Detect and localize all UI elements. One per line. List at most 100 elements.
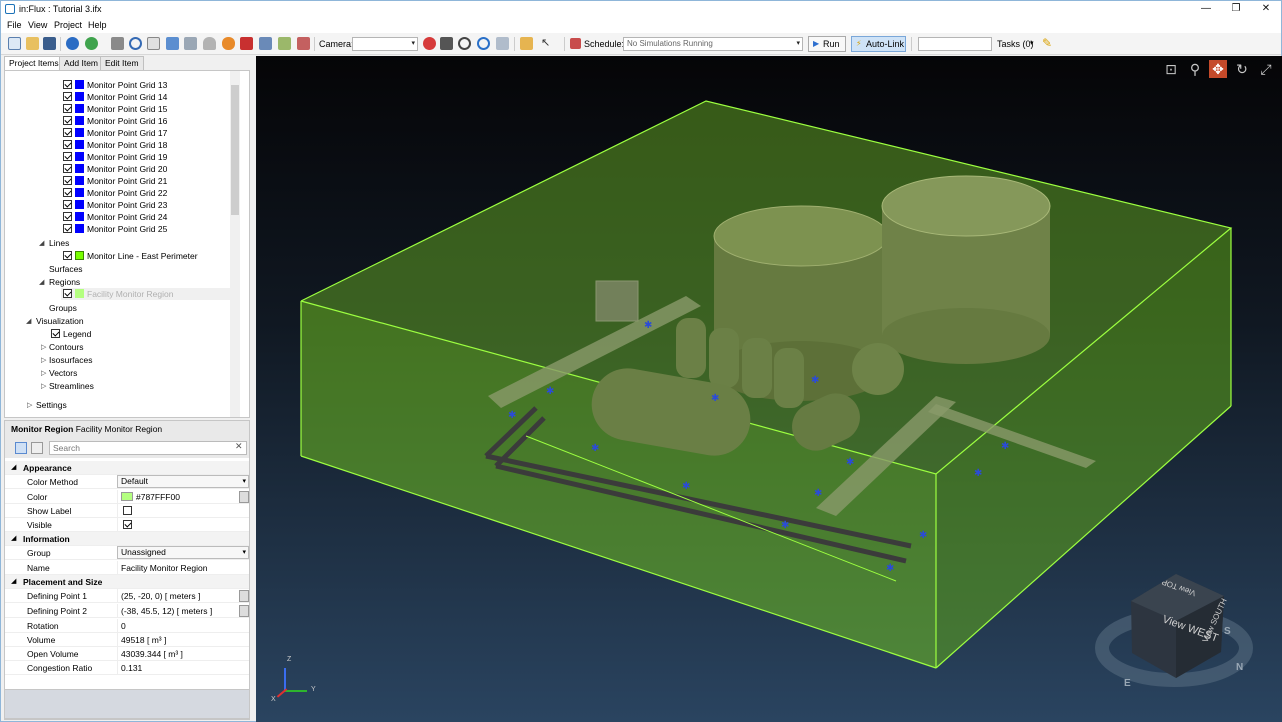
tasks-dropdown[interactable]: Tasks (0) [997, 39, 1034, 49]
search-input[interactable] [49, 441, 247, 455]
visibility-checkbox[interactable] [63, 251, 72, 260]
grid-icon[interactable] [111, 37, 124, 50]
monitor-point-marker[interactable]: ✱ [811, 375, 819, 386]
defining-point-2-dropdown[interactable] [239, 605, 249, 617]
region-icon[interactable] [166, 37, 179, 50]
brush-icon[interactable]: ✎ [1042, 37, 1055, 50]
collapse-arrow-icon[interactable]: ◢ [11, 461, 16, 475]
group-select[interactable]: Unassigned ▾ [117, 546, 249, 559]
menu-file[interactable]: File [7, 20, 22, 30]
info-icon[interactable] [66, 37, 79, 50]
reset-view-icon[interactable] [458, 37, 471, 50]
spherical-vessel[interactable] [852, 343, 904, 395]
layers-icon[interactable] [496, 37, 509, 50]
line-icon[interactable] [147, 37, 160, 50]
target-icon[interactable] [129, 37, 142, 50]
tree-node-contours[interactable]: Contours [49, 341, 84, 353]
camera-icon[interactable] [440, 37, 453, 50]
tank-icon[interactable] [184, 37, 197, 50]
monitor-point-marker[interactable]: ✱ [1001, 441, 1009, 452]
monitor-point-marker[interactable]: ✱ [711, 393, 719, 404]
open-folder-icon[interactable] [26, 37, 39, 50]
alphabetical-view-icon[interactable] [31, 442, 43, 454]
chart-icon[interactable] [297, 37, 310, 50]
color-field[interactable]: #787FFF00 [117, 490, 249, 504]
tab-edit-item[interactable]: Edit Item [100, 56, 144, 70]
visible-checkbox[interactable] [123, 520, 132, 529]
collapse-arrow-icon[interactable]: ◢ [11, 575, 16, 589]
equipment-building[interactable] [595, 280, 639, 322]
pointer-icon[interactable]: ↖ [541, 37, 554, 50]
monitor-point-marker[interactable]: ✱ [846, 457, 854, 468]
tree-node-regions[interactable]: Regions [49, 276, 80, 288]
visibility-checkbox[interactable] [63, 200, 72, 209]
defining-point-1-dropdown[interactable] [239, 590, 249, 602]
add-icon[interactable] [85, 37, 98, 50]
monitor-point-marker[interactable]: ✱ [591, 443, 599, 454]
category-placement[interactable]: ◢ Placement and Size [5, 575, 249, 589]
tree-node-visualization[interactable]: Visualization [36, 315, 84, 327]
tab-project-items[interactable]: Project Items [4, 56, 64, 71]
tree-node-isosurfaces[interactable]: Isosurfaces [49, 354, 92, 366]
tree-item-grid[interactable]: Monitor Point Grid 19 [63, 151, 167, 163]
color-method-select[interactable]: Default ▾ [117, 475, 249, 488]
visibility-checkbox[interactable] [63, 188, 72, 197]
monitor-point-marker[interactable]: ✱ [974, 468, 982, 479]
monitor-point-marker[interactable]: ✱ [886, 563, 894, 574]
maximize-button[interactable]: ❐ [1221, 1, 1251, 17]
tree-item-grid[interactable]: Monitor Point Grid 20 [63, 163, 167, 175]
fire-icon[interactable] [222, 37, 235, 50]
tree-node-vectors[interactable]: Vectors [49, 367, 77, 379]
visibility-checkbox[interactable] [63, 140, 72, 149]
3d-viewport[interactable]: ✱ ✱ ✱ ✱ ✱ ✱ ✱ ✱ ✱ ✱ ✱ ✱ ✱ ✱ View WEST Vi… [256, 56, 1282, 722]
visibility-checkbox[interactable] [63, 164, 72, 173]
tree-item-grid[interactable]: Monitor Point Grid 14 [63, 91, 167, 103]
visibility-checkbox[interactable] [51, 329, 60, 338]
tree-node-settings[interactable]: Settings [36, 399, 67, 411]
tree-item-line[interactable]: Monitor Line - East Perimeter [63, 250, 198, 262]
collapse-arrow-icon[interactable]: ◢ [39, 278, 44, 286]
tree-item-grid[interactable]: Monitor Point Grid 18 [63, 139, 167, 151]
close-button[interactable]: ✕ [1251, 1, 1281, 17]
zoom-region-icon[interactable]: ⊡ [1162, 60, 1180, 78]
expand-arrow-icon[interactable]: ▷ [41, 356, 46, 364]
edit-icon[interactable] [278, 37, 291, 50]
color-dropdown-button[interactable] [239, 491, 249, 503]
monitor-point-marker[interactable]: ✱ [546, 386, 554, 397]
monitor-point-marker[interactable]: ✱ [814, 488, 822, 499]
expand-arrow-icon[interactable]: ▷ [41, 343, 46, 351]
tree-item-grid[interactable]: Monitor Point Grid 25 [63, 223, 167, 235]
auto-link-button[interactable]: ⚡ Auto-Link [851, 36, 906, 52]
scene-canvas[interactable]: ✱ ✱ ✱ ✱ ✱ ✱ ✱ ✱ ✱ ✱ ✱ ✱ ✱ ✱ [256, 56, 1282, 722]
tree-item-grid[interactable]: Monitor Point Grid 15 [63, 103, 167, 115]
tree-item-grid[interactable]: Monitor Point Grid 21 [63, 175, 167, 187]
rotation-field[interactable]: 0 [117, 619, 249, 633]
tree-node-surfaces[interactable]: Surfaces [49, 263, 83, 275]
visibility-checkbox[interactable] [63, 176, 72, 185]
visibility-checkbox[interactable] [63, 224, 72, 233]
tree-item-grid[interactable]: Monitor Point Grid 13 [63, 79, 167, 91]
visibility-checkbox[interactable] [63, 289, 72, 298]
pan-icon[interactable]: ✥ [1209, 60, 1227, 78]
tree-item-grid[interactable]: Monitor Point Grid 22 [63, 187, 167, 199]
expand-arrow-icon[interactable]: ▷ [27, 401, 32, 409]
save-icon[interactable] [43, 37, 56, 50]
visibility-checkbox[interactable] [63, 212, 72, 221]
tab-add-item[interactable]: Add Item [59, 56, 104, 70]
collapse-arrow-icon[interactable]: ◢ [26, 317, 31, 325]
tree-item-grid[interactable]: Monitor Point Grid 16 [63, 115, 167, 127]
tree-scrollbar-thumb[interactable] [231, 85, 239, 215]
minimize-button[interactable]: — [1191, 1, 1221, 17]
tree-item-grid[interactable]: Monitor Point Grid 23 [63, 199, 167, 211]
dome-icon[interactable] [203, 37, 216, 50]
visibility-checkbox[interactable] [63, 80, 72, 89]
vertical-vessel[interactable] [676, 318, 706, 378]
focus-icon[interactable] [477, 37, 490, 50]
categorized-view-icon[interactable] [15, 442, 27, 454]
camera-select[interactable]: ▾ [352, 37, 418, 51]
fullscreen-icon[interactable]: ⤢ [1257, 60, 1275, 78]
expand-arrow-icon[interactable]: ▷ [41, 382, 46, 390]
schedule-select[interactable]: No Simulations Running ▾ [623, 37, 803, 51]
tree-node-groups[interactable]: Groups [49, 302, 77, 314]
report-icon[interactable] [259, 37, 272, 50]
